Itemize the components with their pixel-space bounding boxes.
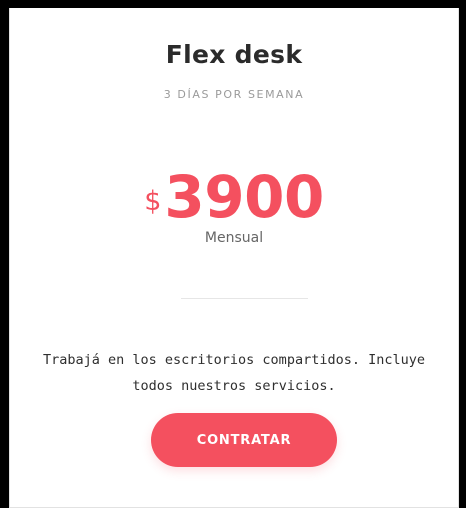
- contratar-button[interactable]: CONTRATAR: [151, 413, 337, 467]
- currency-symbol: $: [144, 186, 162, 217]
- plan-subtitle: 3 DÍAS POR SEMANA: [163, 88, 305, 101]
- pricing-card: Flex desk 3 DÍAS POR SEMANA $3900 Mensua…: [9, 8, 459, 508]
- divider: [181, 298, 308, 299]
- plan-description: Trabajá en los escritorios compartidos. …: [42, 352, 425, 394]
- price: $3900: [10, 168, 458, 226]
- price-period: Mensual: [204, 230, 264, 246]
- plan-title: Flex desk: [165, 40, 303, 69]
- price-amount: 3900: [164, 163, 324, 231]
